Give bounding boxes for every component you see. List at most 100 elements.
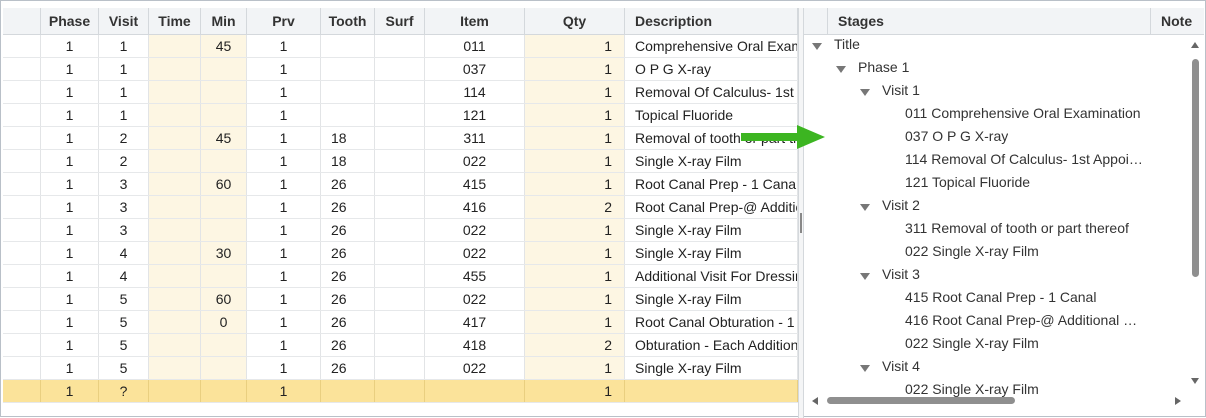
- cell-prv[interactable]: 1: [247, 219, 321, 241]
- cell-prv[interactable]: 1: [247, 35, 321, 57]
- cell-prv[interactable]: 1: [247, 104, 321, 126]
- cell-prv[interactable]: 1: [247, 334, 321, 356]
- cell-qty[interactable]: 1: [525, 265, 625, 287]
- cell-visit[interactable]: 5: [99, 334, 149, 356]
- column-header-row-indicator[interactable]: [3, 8, 41, 35]
- tree-node-item[interactable]: 121 Topical Fluoride: [905, 170, 1030, 193]
- cell-phase[interactable]: 1: [41, 219, 99, 241]
- column-header-surf[interactable]: Surf: [375, 8, 425, 35]
- cell-time[interactable]: [149, 104, 201, 126]
- cell-prv[interactable]: 1: [247, 357, 321, 379]
- tree-node-item[interactable]: 037 O P G X-ray: [905, 124, 1008, 147]
- cell-tooth[interactable]: 18: [321, 127, 375, 149]
- cell-time[interactable]: [149, 311, 201, 333]
- cell-item[interactable]: 416: [425, 196, 525, 218]
- cell-visit[interactable]: 3: [99, 196, 149, 218]
- cell-visit[interactable]: 4: [99, 265, 149, 287]
- cell-phase[interactable]: 1: [41, 127, 99, 149]
- cell-time[interactable]: [149, 380, 201, 402]
- cell-prv[interactable]: 1: [247, 380, 321, 402]
- cell-visit[interactable]: 1: [99, 104, 149, 126]
- cell-surf[interactable]: [375, 150, 425, 172]
- column-header-min[interactable]: Min: [201, 8, 247, 35]
- tree-node-item[interactable]: 415 Root Canal Prep - 1 Canal: [905, 285, 1096, 308]
- cell-visit[interactable]: 3: [99, 219, 149, 241]
- cell-tooth[interactable]: [321, 104, 375, 126]
- cell-surf[interactable]: [375, 35, 425, 57]
- cell-time[interactable]: [149, 288, 201, 310]
- cell-tooth[interactable]: [321, 58, 375, 80]
- column-header-qty[interactable]: Qty: [525, 8, 625, 35]
- cell-surf[interactable]: [375, 219, 425, 241]
- cell-time[interactable]: [149, 35, 201, 57]
- cell-min[interactable]: 45: [201, 35, 247, 57]
- column-header-item[interactable]: Item: [425, 8, 525, 35]
- cell-phase[interactable]: 1: [41, 357, 99, 379]
- table-row[interactable]: 1 1 1 037 1 O P G X-ray: [3, 58, 798, 81]
- cell-qty[interactable]: 1: [525, 173, 625, 195]
- table-row[interactable]: 114510111Comprehensive Oral Examination: [3, 35, 798, 58]
- cell-visit[interactable]: 5: [99, 357, 149, 379]
- cell-min[interactable]: [201, 196, 247, 218]
- cell-desc[interactable]: Root Canal Prep - 1 Canal: [625, 173, 798, 195]
- cell-min[interactable]: 0: [201, 311, 247, 333]
- cell-prv[interactable]: 1: [247, 311, 321, 333]
- cell-item[interactable]: 022: [425, 242, 525, 264]
- tree-node-item[interactable]: 416 Root Canal Prep-@ Additional Canal: [905, 308, 1147, 331]
- cell-surf[interactable]: [375, 334, 425, 356]
- scroll-down-icon[interactable]: [1191, 378, 1199, 384]
- cell-tooth[interactable]: 26: [321, 334, 375, 356]
- cell-tooth[interactable]: 26: [321, 242, 375, 264]
- table-row[interactable]: 1 4 1 26 455 1 Additional Visit For Dressing: [3, 265, 798, 288]
- cell-time[interactable]: [149, 173, 201, 195]
- cell-surf[interactable]: [375, 81, 425, 103]
- cell-phase[interactable]: 1: [41, 334, 99, 356]
- cell-qty[interactable]: 1: [525, 150, 625, 172]
- cell-phase[interactable]: 1: [41, 104, 99, 126]
- cell-item[interactable]: [425, 380, 525, 402]
- cell-time[interactable]: [149, 265, 201, 287]
- vertical-scroll-thumb[interactable]: [1192, 59, 1199, 277]
- tree-node-group[interactable]: Visit 2: [860, 193, 920, 216]
- cell-visit[interactable]: 2: [99, 150, 149, 172]
- tree-node-group[interactable]: Title: [812, 32, 860, 55]
- cell-prv[interactable]: 1: [247, 288, 321, 310]
- cell-surf[interactable]: [375, 58, 425, 80]
- table-row[interactable]: 1 3 60 1 26 415 1 Root Canal Prep - 1 Canal: [3, 173, 798, 196]
- cell-item[interactable]: 311: [425, 127, 525, 149]
- expand-triangle-icon[interactable]: [812, 42, 822, 50]
- tree-node-group[interactable]: Visit 4: [860, 354, 920, 377]
- cell-min[interactable]: [201, 265, 247, 287]
- tree-node-item[interactable]: 022 Single X-ray Film: [905, 239, 1039, 262]
- cell-surf[interactable]: [375, 357, 425, 379]
- cell-qty[interactable]: 1: [525, 288, 625, 310]
- tree-node-group[interactable]: Phase 1: [836, 55, 909, 78]
- table-row[interactable]: 1 1 1 121 1 Topical Fluoride: [3, 104, 798, 127]
- cell-desc[interactable]: [625, 380, 798, 402]
- cell-phase[interactable]: 1: [41, 311, 99, 333]
- horizontal-scroll-thumb[interactable]: [827, 397, 1015, 404]
- cell-phase[interactable]: 1: [41, 173, 99, 195]
- table-row[interactable]: 131264162Root Canal Prep-@ Additional Ca…: [3, 196, 798, 219]
- cell-visit[interactable]: 4: [99, 242, 149, 264]
- cell-item[interactable]: 121: [425, 104, 525, 126]
- cell-prv[interactable]: 1: [247, 150, 321, 172]
- cell-prv[interactable]: 1: [247, 196, 321, 218]
- cell-tooth[interactable]: 18: [321, 150, 375, 172]
- cell-phase[interactable]: 1: [41, 265, 99, 287]
- table-row[interactable]: 1501264171Root Canal Obturation - 1 Cana…: [3, 311, 798, 334]
- cell-phase[interactable]: 1: [41, 242, 99, 264]
- expand-triangle-icon[interactable]: [860, 364, 870, 372]
- cell-time[interactable]: [149, 219, 201, 241]
- column-header-phase[interactable]: Phase: [41, 8, 99, 35]
- cell-qty[interactable]: 1: [525, 311, 625, 333]
- cell-qty[interactable]: 1: [525, 242, 625, 264]
- scroll-up-icon[interactable]: [1191, 42, 1199, 48]
- tree-node-item[interactable]: 011 Comprehensive Oral Examination: [905, 101, 1141, 124]
- cell-min[interactable]: [201, 380, 247, 402]
- table-row[interactable]: 1111141Removal Of Calculus- 1st Appointm…: [3, 81, 798, 104]
- cell-tooth[interactable]: 26: [321, 288, 375, 310]
- cell-qty[interactable]: 1: [525, 219, 625, 241]
- cell-prv[interactable]: 1: [247, 58, 321, 80]
- cell-time[interactable]: [149, 334, 201, 356]
